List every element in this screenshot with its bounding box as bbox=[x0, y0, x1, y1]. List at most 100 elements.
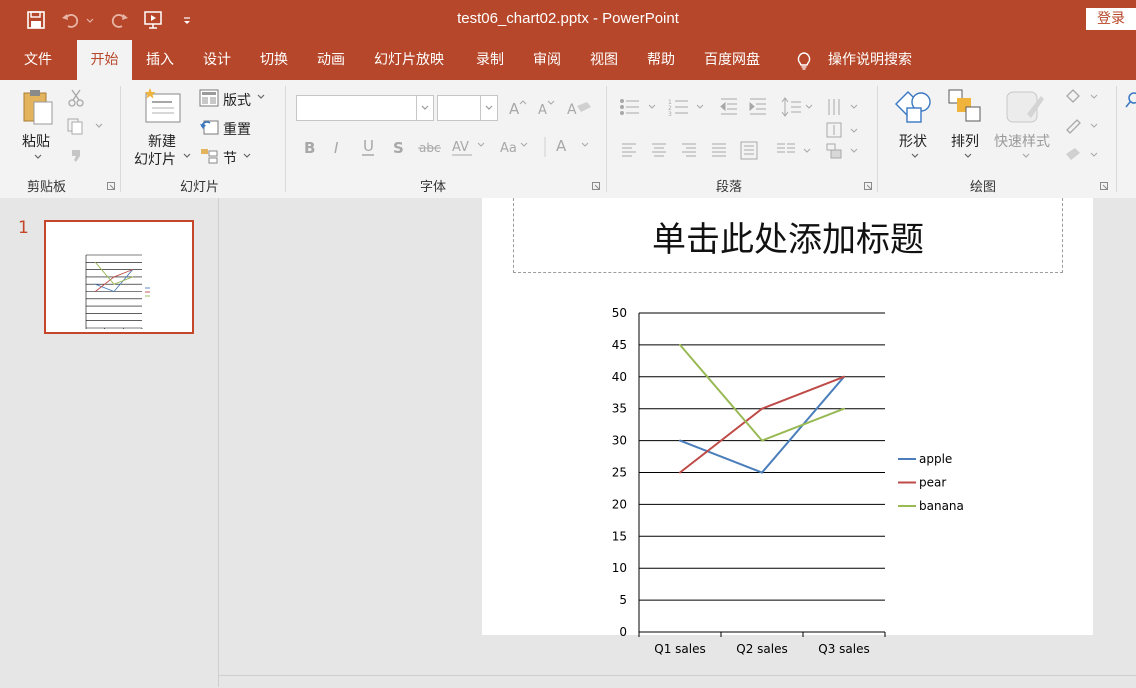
new-slide-label-2[interactable]: 幻灯片 bbox=[134, 149, 176, 169]
slide-title[interactable]: 单击此处添加标题 bbox=[513, 212, 1063, 261]
series-line-pear[interactable] bbox=[679, 375, 845, 474]
change-case-icon[interactable]: Aa bbox=[500, 141, 528, 156]
tab-home[interactable]: 开始 bbox=[77, 40, 132, 80]
drawing-dialog-launcher-icon[interactable] bbox=[1100, 182, 1108, 190]
font-size-combo[interactable] bbox=[437, 95, 498, 121]
align-right-icon[interactable] bbox=[682, 143, 696, 157]
reset-label[interactable]: 重置 bbox=[223, 119, 251, 139]
columns-icon[interactable] bbox=[777, 143, 811, 153]
tab-review[interactable]: 审阅 bbox=[533, 40, 561, 80]
tab-slideshow[interactable]: 幻灯片放映 bbox=[374, 40, 444, 80]
arrange-dropdown-icon[interactable] bbox=[963, 152, 973, 160]
svg-text:A: A bbox=[509, 100, 520, 118]
italic-icon[interactable]: I bbox=[334, 139, 339, 157]
quick-styles-label[interactable]: 快速样式 bbox=[994, 131, 1050, 151]
clipboard-dialog-launcher-icon[interactable] bbox=[107, 182, 115, 190]
new-slide-label-1[interactable]: 新建 bbox=[148, 131, 176, 151]
font-color-icon[interactable]: A bbox=[556, 137, 589, 155]
section-label[interactable]: 节 bbox=[223, 148, 237, 168]
quick-styles-icon[interactable] bbox=[1005, 88, 1045, 126]
font-name-dropdown[interactable] bbox=[416, 96, 433, 120]
group-separator bbox=[285, 86, 286, 192]
paragraph-tools-row1: 123 bbox=[620, 97, 858, 118]
shadow-icon[interactable]: S bbox=[393, 139, 404, 157]
bullets-icon[interactable] bbox=[620, 99, 656, 115]
text-direction-icon[interactable] bbox=[828, 99, 858, 115]
paragraph-group-label: 段落 bbox=[716, 180, 743, 195]
font-name-combo[interactable] bbox=[296, 95, 434, 121]
data-point-apple bbox=[94, 283, 96, 285]
series-line-banana[interactable] bbox=[679, 344, 845, 442]
format-painter-icon[interactable] bbox=[66, 146, 86, 166]
align-center-icon[interactable] bbox=[652, 143, 666, 157]
paste-dropdown-icon[interactable] bbox=[33, 153, 43, 161]
cut-icon[interactable] bbox=[66, 88, 86, 108]
arrange-icon[interactable] bbox=[947, 88, 985, 126]
layout-icon[interactable] bbox=[199, 89, 219, 107]
decrease-indent-icon[interactable] bbox=[720, 98, 737, 115]
font-size-dropdown[interactable] bbox=[480, 96, 497, 120]
paste-icon[interactable] bbox=[21, 88, 55, 126]
login-button[interactable]: 登录 bbox=[1086, 8, 1136, 30]
status-area bbox=[219, 675, 1136, 688]
new-slide-dropdown-icon[interactable] bbox=[182, 152, 192, 160]
shape-format-tools bbox=[1066, 89, 1098, 160]
ribbon: 粘贴 剪贴板 新建 幻灯片 版式 重置 节 幻灯片 A A A B I U S … bbox=[0, 80, 1136, 199]
paste-label[interactable]: 粘贴 bbox=[22, 131, 50, 151]
align-left-icon[interactable] bbox=[622, 143, 636, 157]
new-slide-icon[interactable] bbox=[142, 88, 182, 124]
shape-fill-icon[interactable] bbox=[1066, 89, 1098, 103]
tab-view[interactable]: 视图 bbox=[590, 40, 618, 80]
tab-animations[interactable]: 动画 bbox=[317, 40, 345, 80]
shape-outline-icon[interactable] bbox=[1066, 119, 1098, 134]
shapes-label[interactable]: 形状 bbox=[899, 131, 927, 151]
data-point-pear bbox=[113, 276, 115, 278]
data-point-apple bbox=[113, 291, 115, 292]
paragraph-dialog-launcher-icon[interactable] bbox=[864, 182, 872, 190]
clear-formatting-icon[interactable]: A bbox=[567, 102, 591, 118]
layout-dropdown-icon[interactable] bbox=[256, 93, 266, 101]
tab-transitions[interactable]: 切换 bbox=[260, 40, 288, 80]
legend-label-banana: banana bbox=[919, 499, 964, 513]
legend-label-apple: apple bbox=[919, 452, 952, 466]
section-dropdown-icon[interactable] bbox=[242, 152, 252, 160]
reset-icon[interactable] bbox=[199, 118, 219, 136]
tab-record[interactable]: 录制 bbox=[476, 40, 504, 80]
copy-icon[interactable] bbox=[66, 117, 104, 135]
slide-thumbnail[interactable] bbox=[44, 220, 194, 334]
find-icon[interactable] bbox=[1124, 90, 1136, 150]
shapes-dropdown-icon[interactable] bbox=[910, 152, 920, 160]
shapes-icon[interactable] bbox=[893, 88, 935, 128]
y-tick-label: 35 bbox=[612, 402, 627, 416]
series-line-pear bbox=[95, 269, 133, 292]
grow-font-icon[interactable]: A bbox=[509, 100, 527, 118]
font-dialog-launcher-icon[interactable] bbox=[592, 182, 600, 190]
tab-file[interactable]: 文件 bbox=[24, 40, 52, 80]
justify-icon[interactable] bbox=[712, 143, 726, 157]
bold-icon[interactable]: B bbox=[304, 139, 315, 157]
data-point-pear bbox=[132, 269, 134, 271]
section-icon[interactable] bbox=[199, 147, 219, 165]
convert-to-smartart-icon[interactable] bbox=[826, 143, 858, 159]
arrange-label[interactable]: 排列 bbox=[951, 131, 979, 151]
numbering-icon[interactable]: 123 bbox=[668, 99, 704, 118]
tab-help[interactable]: 帮助 bbox=[647, 40, 675, 80]
font-group-label: 字体 bbox=[420, 180, 447, 195]
increase-indent-icon[interactable] bbox=[749, 98, 766, 115]
tab-design[interactable]: 设计 bbox=[203, 40, 231, 80]
font-size-tools: A A A bbox=[509, 100, 591, 118]
shape-effects-icon[interactable] bbox=[1066, 148, 1098, 160]
strikethrough-icon[interactable]: abc bbox=[418, 141, 441, 155]
underline-icon[interactable]: U bbox=[362, 137, 374, 156]
distributed-icon[interactable] bbox=[740, 141, 758, 160]
tab-baidu-netdisk[interactable]: 百度网盘 bbox=[704, 40, 760, 80]
tab-insert[interactable]: 插入 bbox=[146, 40, 174, 80]
layout-label[interactable]: 版式 bbox=[223, 90, 251, 110]
tell-me-search[interactable]: 操作说明搜索 bbox=[828, 40, 912, 80]
series-line-apple[interactable] bbox=[679, 376, 845, 474]
line-spacing-icon[interactable] bbox=[781, 97, 813, 117]
align-text-icon[interactable] bbox=[826, 122, 858, 138]
char-spacing-icon[interactable]: AV bbox=[452, 140, 485, 156]
shrink-font-icon[interactable]: A bbox=[538, 100, 555, 118]
quick-styles-dropdown-icon[interactable] bbox=[1021, 152, 1031, 160]
